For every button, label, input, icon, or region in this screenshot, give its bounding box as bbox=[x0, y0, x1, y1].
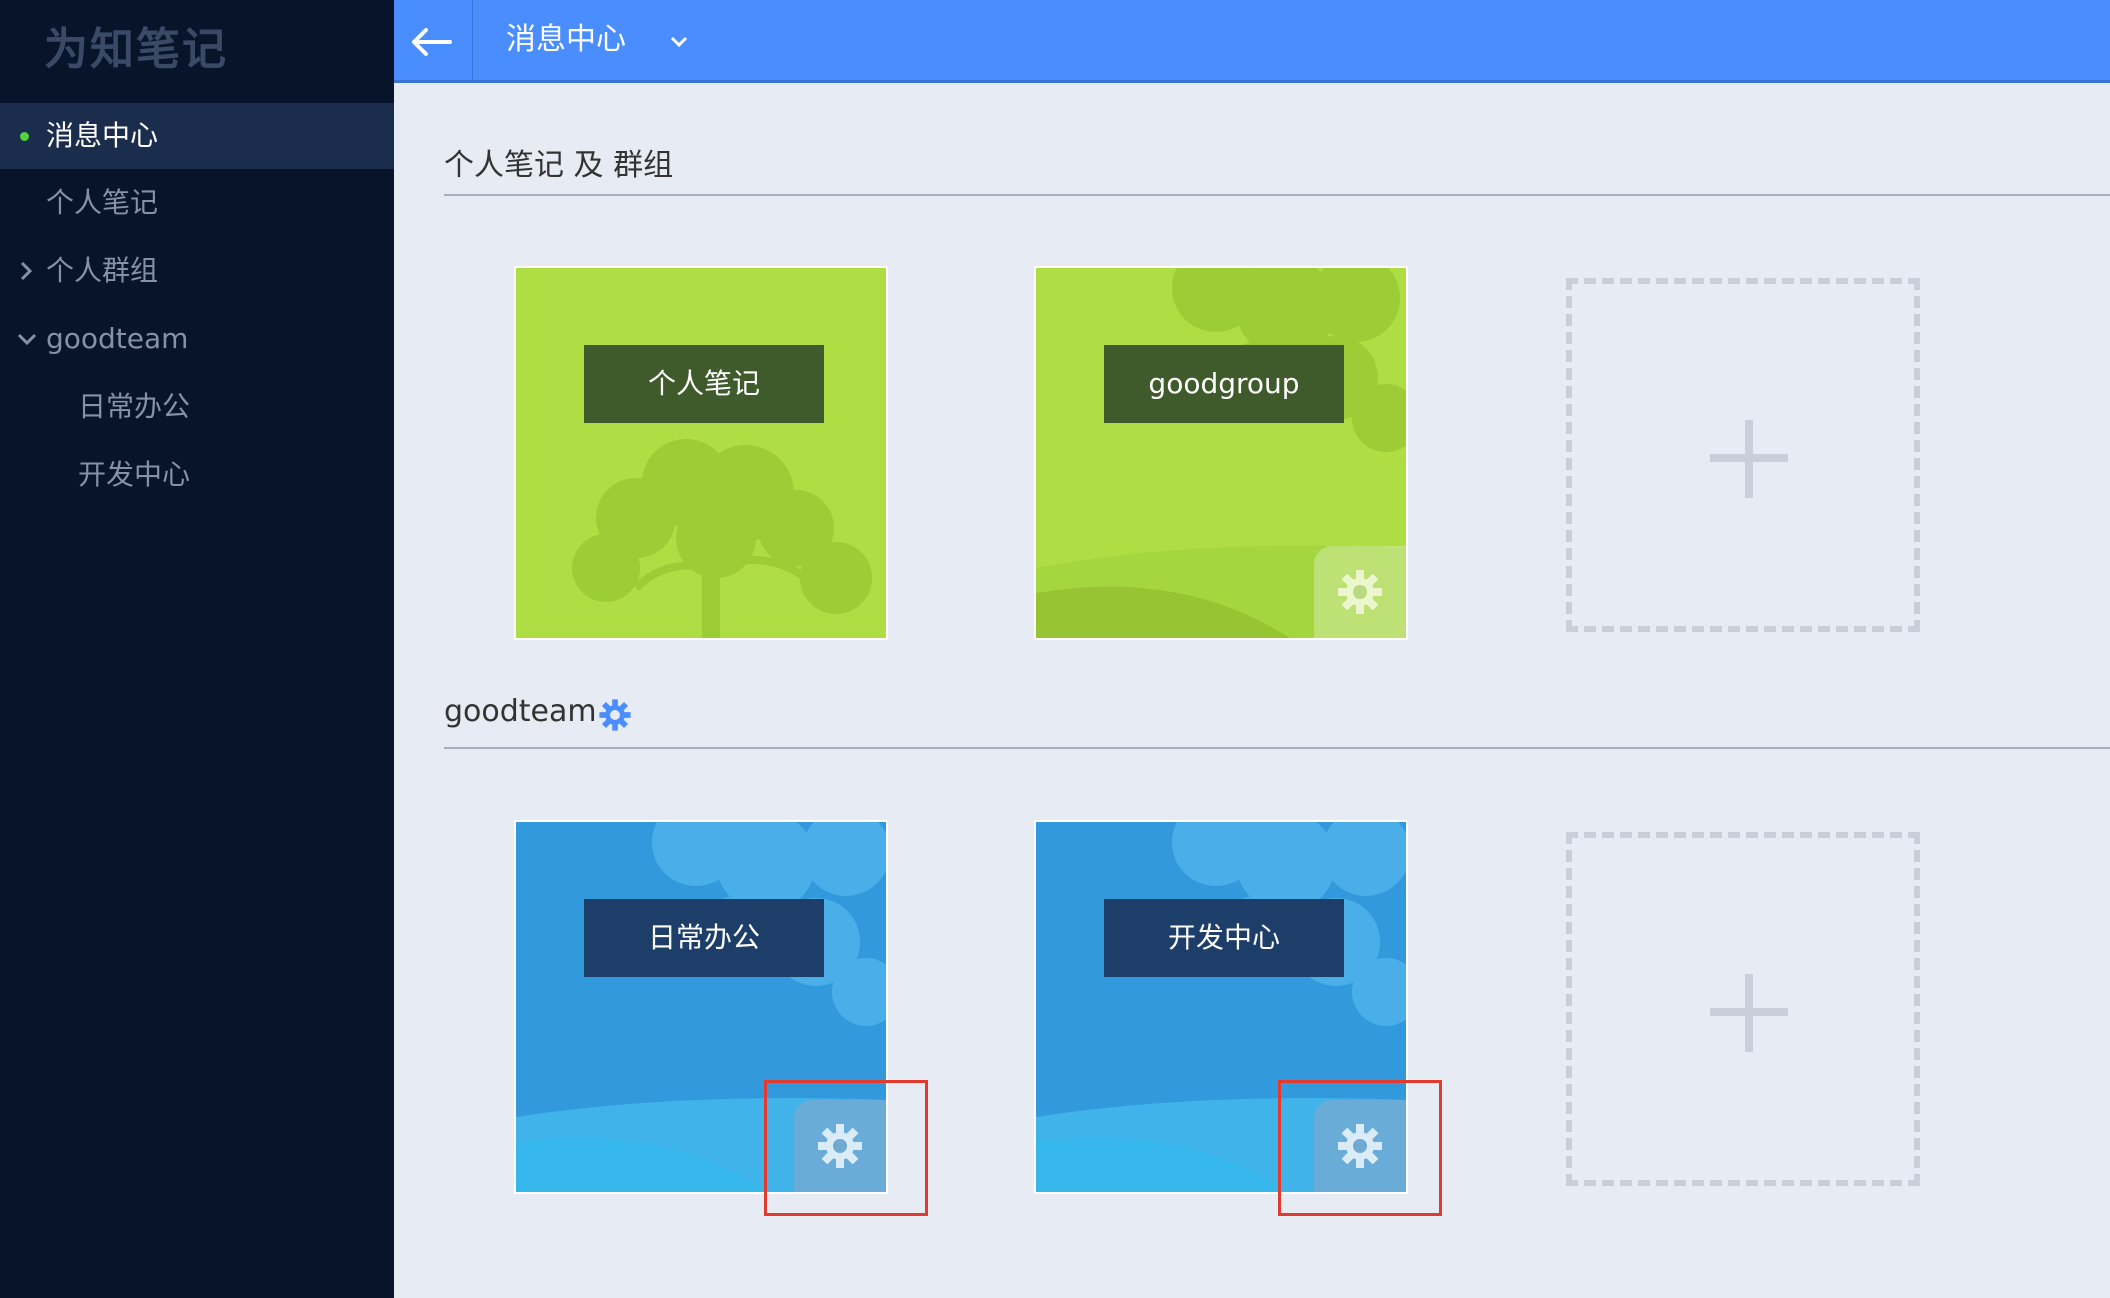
back-button[interactable] bbox=[394, 0, 473, 80]
chevron-down-icon[interactable] bbox=[664, 26, 694, 56]
notebook-card-personal-notes[interactable]: 个人笔记 bbox=[514, 266, 888, 640]
sidebar-item-personal-groups[interactable]: 个人群组 bbox=[0, 238, 394, 304]
sidebar-item-dev-center[interactable]: 开发中心 bbox=[0, 442, 394, 508]
notebook-card-dev-center[interactable]: 开发中心 bbox=[1034, 820, 1408, 1194]
active-dot bbox=[20, 132, 29, 141]
page-title[interactable]: 消息中心 bbox=[506, 0, 626, 80]
notebook-card-goodgroup[interactable]: goodgroup bbox=[1034, 266, 1408, 640]
notebook-card-daily-office[interactable]: 日常办公 bbox=[514, 820, 888, 1194]
card-title: 日常办公 bbox=[584, 899, 824, 977]
sidebar-item-label: 个人笔记 bbox=[46, 186, 159, 219]
card-title: 开发中心 bbox=[1104, 899, 1344, 977]
gear-icon bbox=[1338, 570, 1382, 614]
group-settings-button[interactable] bbox=[1314, 546, 1406, 638]
card-title: 个人笔记 bbox=[584, 345, 824, 423]
section-title-team: goodteam bbox=[444, 694, 597, 729]
sidebar: 为知笔记 消息中心 个人笔记 个人群组 goodteam 日常办公 开发中心 bbox=[0, 0, 394, 1298]
group-settings-button[interactable] bbox=[794, 1100, 886, 1192]
sidebar-item-personal-notes[interactable]: 个人笔记 bbox=[0, 170, 394, 236]
chevron-down-icon[interactable] bbox=[16, 306, 38, 372]
sidebar-item-daily-office[interactable]: 日常办公 bbox=[0, 374, 394, 440]
plus-icon bbox=[1745, 420, 1753, 498]
sidebar-item-goodteam[interactable]: goodteam bbox=[0, 306, 394, 372]
sidebar-item-label: 个人群组 bbox=[46, 254, 159, 287]
sidebar-item-label: 开发中心 bbox=[78, 458, 191, 491]
add-group-button[interactable] bbox=[1566, 832, 1920, 1186]
sidebar-item-label: 日常办公 bbox=[78, 390, 191, 423]
section-divider bbox=[444, 747, 2110, 749]
plus-icon bbox=[1745, 974, 1753, 1052]
chevron-right-icon[interactable] bbox=[16, 238, 38, 304]
gear-icon bbox=[1338, 1124, 1382, 1168]
group-settings-button[interactable] bbox=[1314, 1100, 1406, 1192]
add-group-button[interactable] bbox=[1566, 278, 1920, 632]
sidebar-item-message-center[interactable]: 消息中心 bbox=[0, 103, 394, 169]
gear-icon bbox=[599, 699, 631, 731]
top-bar: 消息中心 bbox=[394, 0, 2110, 83]
section-title-personal: 个人笔记 及 群组 bbox=[444, 148, 674, 183]
team-name: goodteam bbox=[444, 694, 597, 729]
section-divider bbox=[444, 194, 2110, 196]
sidebar-item-label: goodteam bbox=[46, 322, 189, 355]
tree-background bbox=[516, 268, 886, 638]
gear-icon bbox=[818, 1124, 862, 1168]
app-logo: 为知笔记 bbox=[44, 24, 228, 75]
team-settings-button[interactable] bbox=[598, 698, 632, 732]
back-arrow-icon bbox=[412, 28, 452, 56]
card-title: goodgroup bbox=[1104, 345, 1344, 423]
sidebar-item-label: 消息中心 bbox=[46, 119, 159, 152]
